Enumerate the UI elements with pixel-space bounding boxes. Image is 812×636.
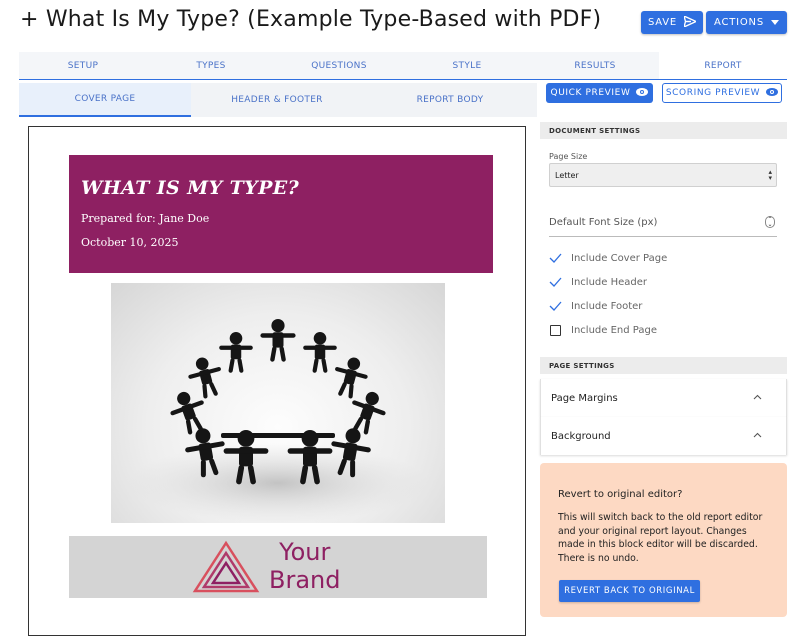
page-title: + What Is My Type? (Example Type-Based w… — [20, 7, 602, 32]
revert-editor-panel: Revert to original editor? This will swi… — [540, 463, 787, 617]
send-icon — [683, 14, 697, 30]
subtab-report-body[interactable]: REPORT BODY — [363, 83, 537, 117]
eye-icon — [766, 87, 779, 99]
actions-button[interactable]: ACTIONS — [706, 11, 787, 34]
brand-logo-block[interactable]: Your Brand — [69, 536, 487, 598]
save-label: SAVE — [647, 17, 678, 28]
default-font-size-input[interactable]: Default Font Size (px) ⌃ ⌄ — [549, 208, 777, 237]
checkmark-icon — [549, 276, 562, 289]
document-preview[interactable]: WHAT IS MY TYPE? Prepared for: Jane Doe … — [28, 126, 526, 636]
tab-setup[interactable]: SETUP — [19, 52, 147, 79]
quick-preview-label: QUICK PREVIEW — [550, 88, 631, 98]
page-margins-accordion[interactable]: Page Margins — [540, 379, 787, 417]
chevron-up-icon — [753, 431, 762, 440]
cover-image[interactable] — [111, 283, 445, 523]
brand-text: Your Brand — [269, 538, 340, 594]
tab-questions[interactable]: QUESTIONS — [275, 52, 403, 79]
triangle-logo-icon — [192, 540, 260, 593]
report-subtabs: COVER PAGE HEADER & FOOTER REPORT BODY — [19, 83, 537, 117]
brand-line-1: Your — [279, 538, 331, 566]
background-accordion[interactable]: Background — [540, 417, 787, 455]
scoring-preview-button[interactable]: SCORING PREVIEW — [662, 83, 782, 103]
caret-down-icon — [771, 17, 779, 28]
subtab-header-footer[interactable]: HEADER & FOOTER — [191, 83, 363, 117]
page-size-select[interactable]: Letter ▴ ▾ — [549, 163, 777, 187]
page-margins-label: Page Margins — [551, 392, 618, 404]
paper-people-ring-illustration — [128, 319, 428, 523]
include-end-page-checkbox[interactable]: Include End Page — [549, 322, 657, 338]
page-settings-heading: PAGE SETTINGS — [540, 357, 787, 374]
include-header-label: Include Header — [571, 276, 647, 288]
prepared-for-text: Prepared for: Jane Doe — [81, 212, 210, 225]
revert-description: This will switch back to the old report … — [558, 512, 763, 564]
tab-types[interactable]: TYPES — [147, 52, 275, 79]
document-settings-heading: DOCUMENT SETTINGS — [540, 122, 787, 139]
cover-band[interactable]: WHAT IS MY TYPE? Prepared for: Jane Doe … — [69, 155, 493, 273]
brand-line-2: Brand — [269, 566, 341, 594]
revert-back-button[interactable]: REVERT BACK TO ORIGINAL — [559, 580, 700, 602]
stepper-icon[interactable]: ⌃ ⌄ — [765, 216, 775, 228]
checkmark-icon — [549, 300, 562, 313]
default-font-size-placeholder: Default Font Size (px) — [549, 216, 658, 228]
subtab-cover-page[interactable]: COVER PAGE — [19, 83, 191, 117]
eye-icon — [636, 87, 649, 99]
revert-title: Revert to original editor? — [558, 489, 683, 500]
tab-report[interactable]: REPORT — [659, 52, 787, 79]
cover-title: WHAT IS MY TYPE? — [81, 177, 300, 199]
empty-checkbox-icon — [549, 324, 562, 337]
page-size-label: Page Size — [549, 152, 588, 161]
select-arrows-icon: ▴ ▾ — [768, 168, 772, 182]
cover-date: October 10, 2025 — [81, 236, 179, 249]
tab-results[interactable]: RESULTS — [531, 52, 659, 79]
quick-preview-button[interactable]: QUICK PREVIEW — [546, 83, 653, 103]
page-size-value: Letter — [555, 170, 579, 180]
include-header-checkbox[interactable]: Include Header — [549, 274, 647, 290]
include-end-page-label: Include End Page — [571, 324, 657, 336]
background-label: Background — [551, 430, 611, 442]
tab-style[interactable]: STYLE — [403, 52, 531, 79]
include-footer-label: Include Footer — [571, 300, 643, 312]
scoring-preview-label: SCORING PREVIEW — [665, 88, 761, 98]
include-footer-checkbox[interactable]: Include Footer — [549, 298, 642, 314]
include-cover-page-label: Include Cover Page — [571, 252, 668, 264]
chevron-up-icon — [753, 393, 762, 402]
actions-label: ACTIONS — [713, 17, 764, 28]
include-cover-page-checkbox[interactable]: Include Cover Page — [549, 250, 667, 266]
checkmark-icon — [549, 252, 562, 265]
save-button[interactable]: SAVE — [641, 11, 703, 34]
main-tabs: SETUP TYPES QUESTIONS STYLE RESULTS REPO… — [19, 52, 787, 80]
